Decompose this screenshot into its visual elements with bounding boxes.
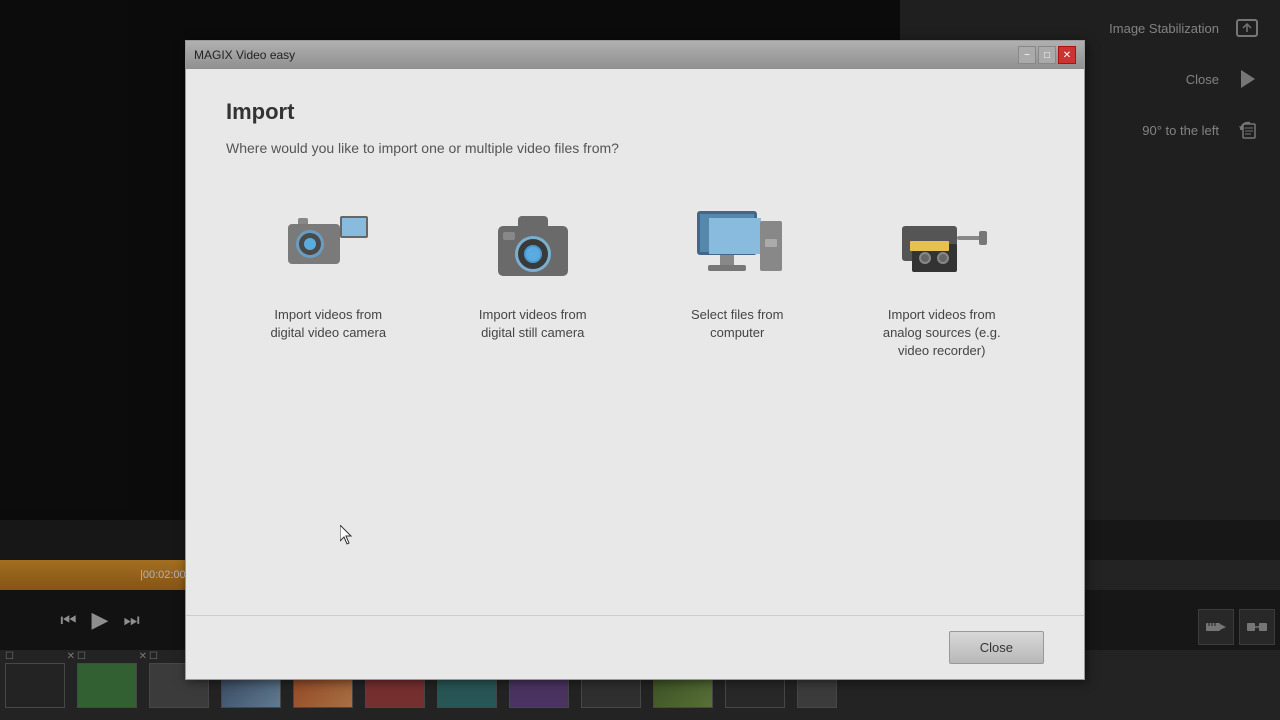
video-camera-label: Import videos fromdigital video camera	[270, 306, 386, 342]
dialog-content: Import Where would you like to import on…	[186, 69, 1084, 615]
import-option-video-camera[interactable]: Import videos fromdigital video camera	[238, 206, 418, 342]
maximize-button[interactable]: □	[1038, 46, 1056, 64]
analog-label: Import videos fromanalog sources (e.g.vi…	[883, 306, 1001, 361]
window-controls: − □ ✕	[1018, 46, 1076, 64]
import-option-computer[interactable]: Select files fromcomputer	[647, 206, 827, 342]
import-options-grid: Import videos fromdigital video camera I…	[226, 206, 1044, 585]
import-option-still-camera[interactable]: Import videos fromdigital still camera	[443, 206, 623, 342]
minimize-button[interactable]: −	[1018, 46, 1036, 64]
still-camera-icon	[483, 206, 583, 286]
close-window-button[interactable]: ✕	[1058, 46, 1076, 64]
dialog-titlebar: MAGIX Video easy − □ ✕	[186, 41, 1084, 69]
close-dialog-button[interactable]: Close	[949, 631, 1044, 664]
import-dialog: MAGIX Video easy − □ ✕ Import Where woul…	[185, 40, 1085, 680]
vcr-icon	[892, 206, 992, 286]
computer-icon	[687, 206, 787, 286]
computer-label: Select files fromcomputer	[691, 306, 783, 342]
dialog-footer: Close	[186, 615, 1084, 679]
import-heading: Import	[226, 99, 1044, 125]
video-camera-icon	[278, 206, 378, 286]
dialog-title: MAGIX Video easy	[194, 48, 295, 62]
still-camera-label: Import videos fromdigital still camera	[479, 306, 587, 342]
import-option-analog[interactable]: Import videos fromanalog sources (e.g.vi…	[852, 206, 1032, 361]
import-subtext: Where would you like to import one or mu…	[226, 140, 1044, 156]
